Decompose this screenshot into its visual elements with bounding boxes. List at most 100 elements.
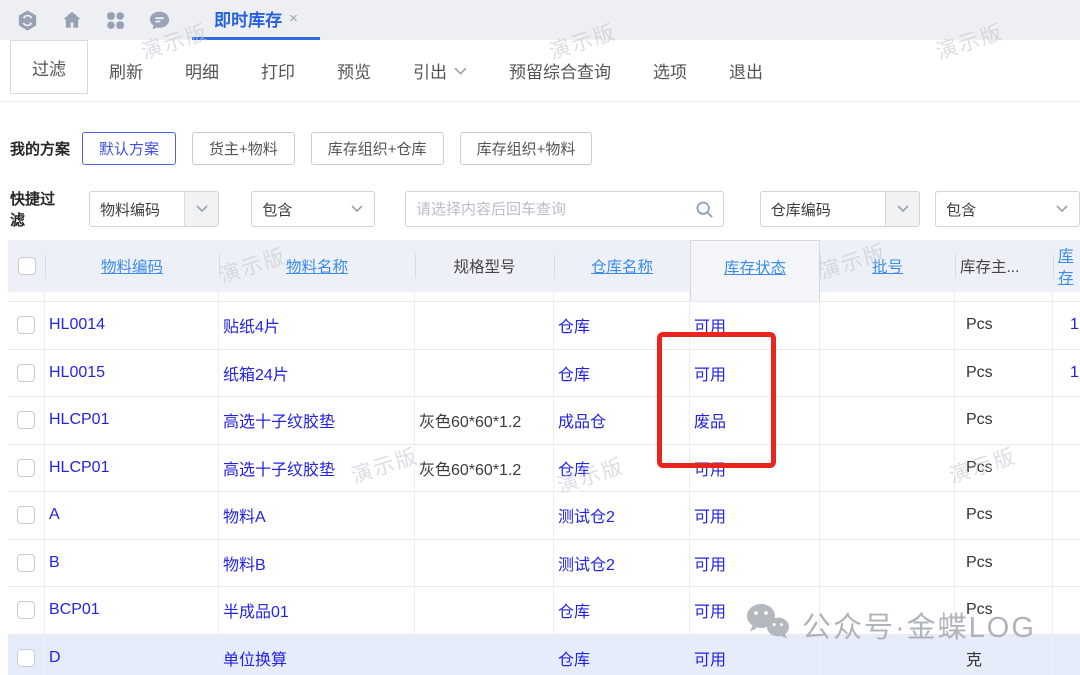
filter-field-value: 物料编码: [90, 199, 184, 220]
column-header-label: 库存: [1058, 244, 1080, 288]
cell-code: HLCP01: [45, 445, 219, 492]
cell-name: 单位换算: [219, 635, 415, 675]
table-row[interactable]: HL0014贴纸4片仓库可用Pcs1: [8, 302, 1080, 350]
toolbar-item-label: 预览: [337, 58, 371, 83]
toolbar-item-2[interactable]: 刷新: [88, 40, 164, 101]
cell-status: 可用: [690, 587, 820, 634]
cell-spec: [415, 350, 554, 397]
chevron-down-icon: [1045, 192, 1079, 226]
column-header-code[interactable]: 物料编码: [45, 240, 219, 292]
toolbar-item-3[interactable]: 明细: [164, 40, 240, 101]
home-icon[interactable]: [60, 9, 83, 32]
sliver-cell: [415, 292, 554, 301]
row-checkbox[interactable]: [17, 601, 35, 619]
toolbar-item-label: 刷新: [109, 58, 143, 83]
cell-status: 可用: [690, 302, 820, 349]
row-checkbox[interactable]: [17, 459, 35, 477]
toolbar-item-7[interactable]: 预留综合查询: [488, 40, 632, 101]
column-header-label: 库存主...: [960, 255, 1019, 277]
cell-status: 废品: [690, 397, 820, 444]
toolbar-item-8[interactable]: 选项: [632, 40, 708, 101]
cell-qty: [1053, 587, 1080, 634]
toolbar: 过滤刷新明细打印预览 引出 预留综合查询选项退出: [0, 40, 1080, 102]
sync-logo-icon[interactable]: [16, 9, 39, 32]
table-row[interactable]: BCP01半成品01仓库可用Pcs: [8, 587, 1080, 635]
cell-qty: [1053, 492, 1080, 539]
column-header-qty[interactable]: 库存: [1053, 240, 1080, 292]
cell-name: 物料B: [219, 540, 415, 587]
cell-qty: [1053, 635, 1080, 675]
cell-spec: [415, 302, 554, 349]
cell-unit: Pcs: [955, 445, 1053, 492]
search-icon[interactable]: [687, 200, 723, 219]
table-row[interactable]: HLCP01高选十子纹胶垫灰色60*60*1.2仓库可用Pcs: [8, 445, 1080, 493]
toolbar-item-4[interactable]: 打印: [240, 40, 316, 101]
select-all-checkbox[interactable]: [18, 257, 36, 275]
table-row[interactable]: B物料B测试仓2可用Pcs: [8, 540, 1080, 588]
toolbar-item-5[interactable]: 预览: [316, 40, 392, 101]
cell-batch: [820, 302, 955, 349]
cell-spec: 灰色60*60*1.2: [415, 445, 554, 492]
row-checkbox-cell: [8, 350, 45, 397]
sliver-cell: [554, 292, 690, 301]
row-checkbox-cell: [8, 445, 45, 492]
filter-operator-value: 包含: [252, 199, 340, 220]
tab-instant-inventory[interactable]: 即时库存 ×: [192, 0, 320, 40]
quick-filter-bar: 快捷过滤 物料编码 包含 仓库编码 包含: [0, 188, 1080, 230]
toolbar-item-label: 引出: [413, 58, 447, 83]
cell-batch: [820, 397, 955, 444]
apps-icon[interactable]: [104, 9, 127, 32]
cell-spec: [415, 540, 554, 587]
row-checkbox[interactable]: [17, 411, 35, 429]
toolbar-item-1[interactable]: 过滤: [10, 40, 88, 94]
top-bar: 即时库存 ×: [0, 0, 1080, 40]
cell-unit: Pcs: [955, 587, 1053, 634]
row-checkbox-cell: [8, 540, 45, 587]
table-row[interactable]: A物料A测试仓2可用Pcs: [8, 492, 1080, 540]
scheme-button-2[interactable]: 货主+物料: [192, 132, 295, 165]
filter-operator2-select[interactable]: 包含: [935, 191, 1080, 227]
column-header-label: 物料名称: [286, 255, 348, 277]
row-checkbox[interactable]: [17, 554, 35, 572]
tab-close-icon[interactable]: ×: [289, 10, 298, 27]
toolbar-item-9[interactable]: 退出: [708, 40, 784, 101]
cell-qty: [1053, 445, 1080, 492]
table-row[interactable]: HLCP01高选十子纹胶垫灰色60*60*1.2成品仓废品Pcs: [8, 397, 1080, 445]
inventory-table: 物料编码 物料名称 规格型号 仓库名称库存状态批号库存主... 库存 HL0014贴纸4…: [8, 240, 1080, 675]
cell-name: 纸箱24片: [219, 350, 415, 397]
column-header-batch[interactable]: 批号: [820, 240, 955, 292]
cell-qty: 1: [1053, 302, 1080, 349]
scheme-button-3[interactable]: 库存组织+仓库: [311, 132, 444, 165]
row-checkbox[interactable]: [17, 649, 35, 667]
scheme-button-1[interactable]: 默认方案: [82, 132, 176, 165]
scheme-button-4[interactable]: 库存组织+物料: [460, 132, 593, 165]
cell-spec: [415, 492, 554, 539]
top-bar-icons: [16, 0, 171, 40]
filter-operator-select[interactable]: 包含: [251, 191, 375, 227]
column-header-wh[interactable]: 仓库名称: [554, 240, 690, 292]
quick-filter-label: 快捷过滤: [10, 188, 68, 230]
cell-code: B: [45, 540, 219, 587]
column-header-status[interactable]: 库存状态: [690, 240, 820, 292]
row-checkbox[interactable]: [17, 364, 35, 382]
toolbar-item-6[interactable]: 引出: [392, 40, 488, 101]
filter-search-input[interactable]: [406, 200, 687, 219]
filter-field2-select[interactable]: 仓库编码: [760, 191, 920, 227]
cell-warehouse: 测试仓2: [554, 540, 690, 587]
cell-batch: [820, 492, 955, 539]
column-header-label: 规格型号: [453, 255, 515, 277]
table-row[interactable]: HL0015纸箱24片仓库可用Pcs1: [8, 350, 1080, 398]
filter-field-select[interactable]: 物料编码: [89, 191, 219, 227]
column-header-unit[interactable]: 库存主...: [955, 240, 1053, 292]
message-icon[interactable]: [148, 9, 171, 32]
sliver-cell: [690, 292, 820, 301]
column-header-name[interactable]: 物料名称: [219, 240, 415, 292]
table-row[interactable]: D单位换算仓库可用克: [8, 635, 1080, 675]
cell-code: HL0015: [45, 350, 219, 397]
cell-spec: [415, 635, 554, 675]
sliver-cell: [45, 292, 219, 301]
row-checkbox[interactable]: [17, 316, 35, 334]
cell-name: 半成品01: [219, 587, 415, 634]
row-checkbox[interactable]: [17, 506, 35, 524]
column-header-spec[interactable]: 规格型号: [415, 240, 554, 292]
